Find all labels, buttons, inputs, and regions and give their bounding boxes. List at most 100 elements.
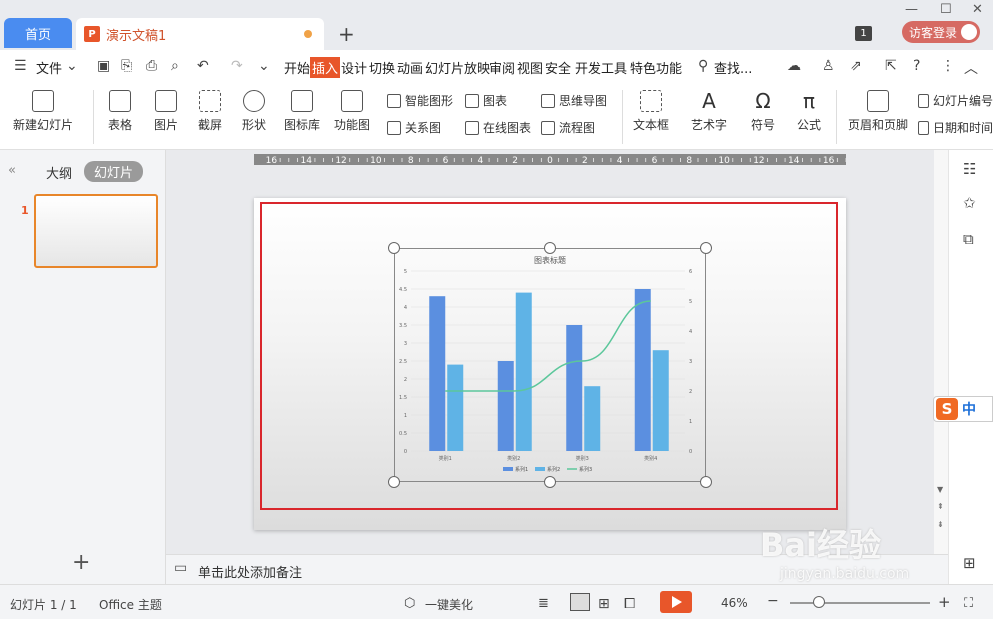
function-chart-button[interactable]: 功能图 (328, 84, 376, 133)
beautify-button[interactable]: 一键美化 (425, 596, 473, 613)
menu-file[interactable]: 文件 (36, 58, 62, 77)
menu-start[interactable]: 开始 (284, 58, 310, 77)
ime-mode[interactable]: 中 (962, 399, 976, 419)
symbol-button[interactable]: Ω 符号 (742, 84, 784, 133)
tab-document[interactable]: P 演示文稿1 (76, 18, 324, 50)
zoom-slider[interactable] (790, 602, 930, 604)
menu-view[interactable]: 视图 (517, 58, 543, 77)
screenshot-button[interactable]: 截屏 (190, 84, 230, 133)
redo-icon[interactable]: ↷ (231, 58, 243, 74)
fit-window-icon[interactable]: ⛶ (964, 596, 973, 611)
resize-handle-top[interactable] (544, 242, 556, 254)
flowchart-button[interactable]: 流程图 (541, 119, 595, 136)
print-preview-icon[interactable]: ⌕ (171, 58, 179, 74)
collaborate-icon[interactable]: ♙ (822, 58, 835, 74)
menu-features[interactable]: 特色功能 (630, 58, 682, 77)
notes-toggle-icon[interactable]: ≣ (538, 596, 549, 611)
menu-design[interactable]: 设计 (341, 58, 367, 77)
mind-map-button[interactable]: 思维导图 (541, 92, 607, 109)
icon-library-button[interactable]: 图标库 (280, 84, 324, 133)
close-icon[interactable]: ✕ (972, 2, 983, 17)
grid-view-icon[interactable]: ⊞ (963, 554, 976, 572)
resize-handle-bottom-left[interactable] (388, 476, 400, 488)
collapse-ribbon-icon[interactable]: ︿ (964, 58, 978, 78)
chart-object[interactable]: 图表标题 5 4.5 4 3.5 3 2.5 2 1.5 1 0.5 0 6 5 4 3 2 1 0 类别1 类别2 类别… (394, 248, 706, 482)
theme-name[interactable]: Office 主题 (99, 596, 162, 613)
prev-slide-icon[interactable]: ⇞ (937, 502, 944, 511)
cloud-icon[interactable]: ☁ (787, 58, 801, 74)
resize-handle-bottom[interactable] (544, 476, 556, 488)
right-toolbar: ☷ ✩ ⧉ ⊞ (948, 150, 993, 584)
help-icon[interactable]: ? (913, 58, 920, 74)
slide-thumbnail[interactable] (34, 194, 158, 268)
play-button[interactable] (660, 591, 692, 613)
scroll-down-icon[interactable]: ▼ (937, 485, 943, 494)
header-footer-button[interactable]: 页眉和页脚 (845, 84, 911, 133)
resize-handle-top-left[interactable] (388, 242, 400, 254)
smart-art-button[interactable]: 智能图形 (387, 92, 453, 109)
search-label[interactable]: 查找... (714, 58, 752, 77)
menu-animation[interactable]: 动画 (397, 58, 423, 77)
slide-number-button[interactable]: 幻灯片编号 (918, 92, 993, 109)
tab-outline[interactable]: 大纲 (46, 163, 72, 182)
formula-button[interactable]: π 公式 (788, 84, 830, 133)
menu-developer[interactable]: 开发工具 (575, 58, 627, 77)
collapse-panel-icon[interactable]: « (8, 163, 16, 178)
wordart-button[interactable]: A 艺术字 (684, 84, 734, 133)
slide[interactable]: 图表标题 5 4.5 4 3.5 3 2.5 2 1.5 1 0.5 0 6 5 4 3 2 1 0 类别1 类别2 类别… (254, 198, 846, 530)
relation-chart-icon (387, 120, 401, 135)
chart-button[interactable]: 图表 (465, 92, 507, 109)
ime-toolbar[interactable]: S 中 (933, 396, 993, 422)
menu-security[interactable]: 安全 (545, 58, 571, 77)
search-icon[interactable]: ⚲ (698, 58, 708, 74)
chevron-down-icon[interactable]: ⌄ (66, 58, 78, 74)
properties-icon[interactable]: ☷ (963, 160, 976, 178)
new-tab-button[interactable]: + (338, 22, 355, 46)
window-count-badge[interactable]: 1 (855, 26, 872, 41)
relation-chart-button[interactable]: 关系图 (387, 119, 441, 136)
tab-home[interactable]: 首页 (4, 18, 72, 48)
picture-button[interactable]: 图片 (146, 84, 186, 133)
date-time-button[interactable]: 日期和时间 (918, 119, 993, 136)
menu-transition[interactable]: 切换 (369, 58, 395, 77)
resize-handle-top-right[interactable] (700, 242, 712, 254)
minimize-icon[interactable]: — (905, 2, 918, 17)
undo-icon[interactable]: ↶ (197, 58, 209, 74)
textbox-button[interactable]: 文本框 (628, 84, 674, 133)
table-button[interactable]: 表格 (100, 84, 140, 133)
share-icon[interactable]: ⇗ (850, 58, 862, 74)
screenshot-label: 截屏 (197, 118, 222, 132)
reading-view-icon[interactable]: ⧠ (624, 596, 635, 612)
zoom-level[interactable]: 46% (721, 596, 748, 610)
animation-pane-icon[interactable]: ✩ (963, 194, 976, 212)
menu-insert[interactable]: 插入 (310, 57, 341, 78)
save-icon[interactable]: ▣ (97, 58, 110, 74)
menu-review[interactable]: 审阅 (489, 58, 515, 77)
login-button[interactable]: 访客登录 (902, 21, 980, 43)
add-slide-button[interactable]: + (72, 550, 90, 575)
resize-handle-bottom-right[interactable] (700, 476, 712, 488)
function-chart-label: 功能图 (333, 118, 370, 132)
ruler-label: 14 (788, 156, 800, 165)
hamburger-icon[interactable]: ☰ (14, 58, 27, 74)
notes-placeholder[interactable]: 单击此处添加备注 (198, 562, 302, 581)
sorter-view-icon[interactable]: ⊞ (598, 596, 610, 612)
shape-button[interactable]: 形状 (234, 84, 274, 133)
more-icon[interactable]: ⋮ (941, 58, 955, 74)
transition-pane-icon[interactable]: ⧉ (963, 230, 974, 248)
minimize-ribbon-icon[interactable]: ⇱ (885, 58, 897, 74)
customize-icon[interactable]: ⌄ (258, 58, 270, 74)
tab-slides[interactable]: 幻灯片 (84, 161, 144, 182)
slide-number-label: 幻灯片编号 (932, 94, 993, 108)
ruler-label: 6 (652, 156, 658, 165)
bar-系列2 (515, 292, 532, 451)
online-chart-button[interactable]: 在线图表 (465, 119, 531, 136)
normal-view-icon[interactable] (570, 593, 590, 611)
vertical-scrollbar[interactable]: ▼ ⇞ ⇟ (934, 150, 948, 554)
maximize-icon[interactable]: ☐ (940, 2, 952, 17)
ruler-label: 6 (443, 156, 449, 165)
menu-slideshow[interactable]: 幻灯片放映 (425, 58, 490, 77)
new-slide-button[interactable]: 新建幻灯片 (10, 84, 76, 133)
print-icon[interactable]: ⎙ (146, 58, 157, 74)
export-icon[interactable]: ⎘ (121, 58, 132, 74)
